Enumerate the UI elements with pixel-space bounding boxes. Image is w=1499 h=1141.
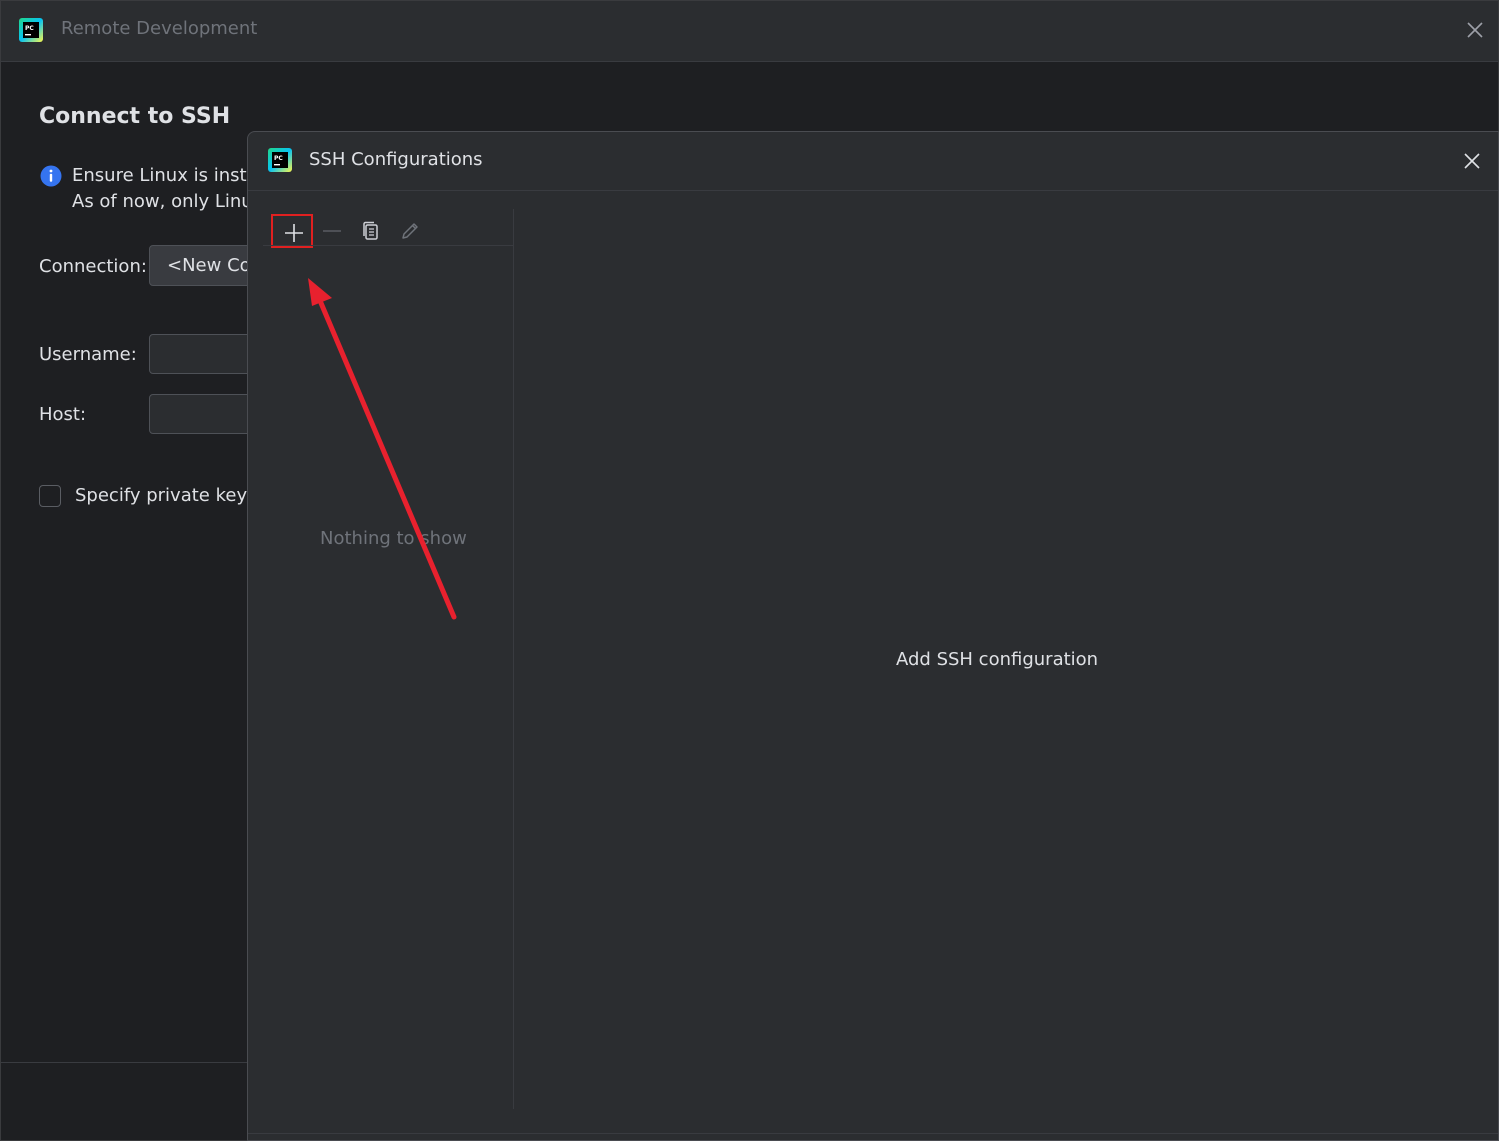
window-title: Remote Development (61, 18, 258, 39)
info-text-line-1: Ensure Linux is instal (72, 165, 263, 186)
ssh-configurations-dialog: PC SSH Configurations Nothing to show Ad… (247, 131, 1499, 1141)
dialog-close-icon[interactable] (1462, 151, 1482, 171)
remove-configuration-button[interactable] (311, 214, 353, 248)
edit-configuration-button[interactable] (389, 214, 431, 248)
add-ssh-configuration-text: Add SSH configuration (896, 649, 1099, 670)
copy-configuration-button[interactable] (350, 214, 392, 248)
add-configuration-button[interactable] (271, 214, 313, 248)
private-key-checkbox[interactable] (39, 485, 61, 507)
connection-label: Connection: (39, 256, 147, 277)
empty-list-text: Nothing to show (320, 528, 467, 549)
dialog-footer-divider (248, 1133, 1498, 1134)
svg-text:PC: PC (274, 155, 283, 162)
info-icon (40, 165, 62, 187)
svg-text:PC: PC (25, 25, 34, 32)
username-label: Username: (39, 344, 137, 365)
info-text-line-2: As of now, only Linux (72, 191, 264, 212)
page-heading: Connect to SSH (39, 104, 231, 129)
window-title-bar: PC Remote Development (1, 1, 1498, 62)
dialog-title-bar: PC SSH Configurations (248, 132, 1498, 191)
dialog-title: SSH Configurations (309, 149, 483, 170)
toolbar-divider (263, 245, 513, 246)
list-panel-divider (513, 209, 514, 1109)
pencil-icon (402, 223, 418, 239)
pycharm-logo-icon: PC (19, 18, 43, 42)
plus-icon (285, 224, 303, 242)
private-key-label[interactable]: Specify private key (75, 485, 247, 506)
pycharm-logo-icon: PC (268, 148, 292, 172)
host-label: Host: (39, 404, 87, 425)
copy-icon (363, 221, 378, 240)
close-icon[interactable] (1465, 20, 1485, 40)
minus-icon (323, 230, 341, 232)
